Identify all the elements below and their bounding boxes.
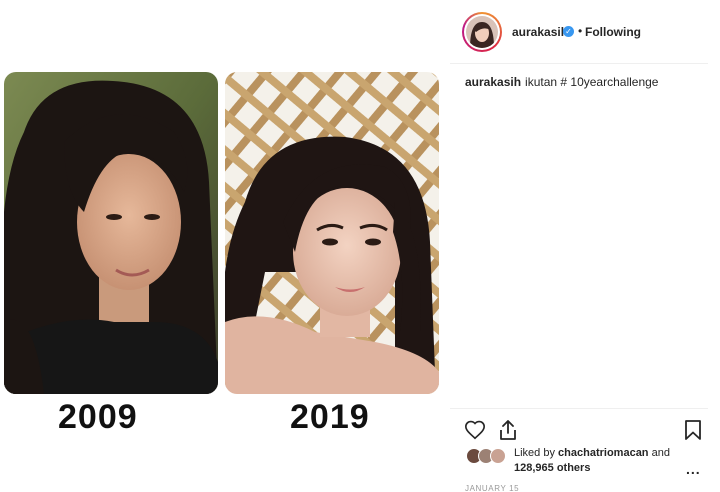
photo-2009 xyxy=(4,72,218,394)
post-username[interactable]: aurakasih xyxy=(512,25,568,39)
header-separator: • xyxy=(578,24,583,38)
post-media[interactable]: 2009 2019 xyxy=(0,0,450,492)
photo-2019 xyxy=(225,72,439,394)
more-options-icon[interactable]: ... xyxy=(686,461,701,477)
post-header: aurakasih ✓ • Following xyxy=(450,0,708,64)
likes-count-link[interactable]: 128,965 others xyxy=(514,462,590,474)
post-caption: aurakasih ikutan # 10yearchallenge xyxy=(465,75,658,89)
year-label-2019: 2019 xyxy=(290,398,370,436)
liked-and: and xyxy=(651,447,670,459)
avatar-inner xyxy=(464,14,500,50)
verified-icon: ✓ xyxy=(563,26,574,37)
caption-username[interactable]: aurakasih xyxy=(465,75,521,89)
liked-by-prefix: Liked by xyxy=(514,447,555,459)
liker-avatars[interactable] xyxy=(466,448,510,464)
following-button[interactable]: Following xyxy=(585,25,641,39)
liked-user-link[interactable]: chachatriomacan xyxy=(558,447,648,459)
year-label-2009: 2009 xyxy=(58,398,138,436)
post-date[interactable]: JANUARY 15 xyxy=(465,484,519,492)
avatar-image xyxy=(466,16,498,48)
avatar[interactable] xyxy=(462,12,502,52)
photo-2019-image xyxy=(225,72,439,394)
bookmark-icon[interactable] xyxy=(684,419,702,441)
heart-icon[interactable] xyxy=(464,419,486,441)
post-actions: Liked by chachatriomacan and 128,965 oth… xyxy=(450,408,708,492)
photo-2009-image xyxy=(4,72,218,394)
liker-avatar xyxy=(490,448,506,464)
caption-text: ikutan # 10yearchallenge xyxy=(525,75,659,89)
post-sidebar: aurakasih ✓ • Following aurakasih ikutan … xyxy=(450,0,720,492)
share-icon[interactable] xyxy=(498,419,518,441)
likes-summary: Liked by chachatriomacan and 128,965 oth… xyxy=(514,446,684,476)
